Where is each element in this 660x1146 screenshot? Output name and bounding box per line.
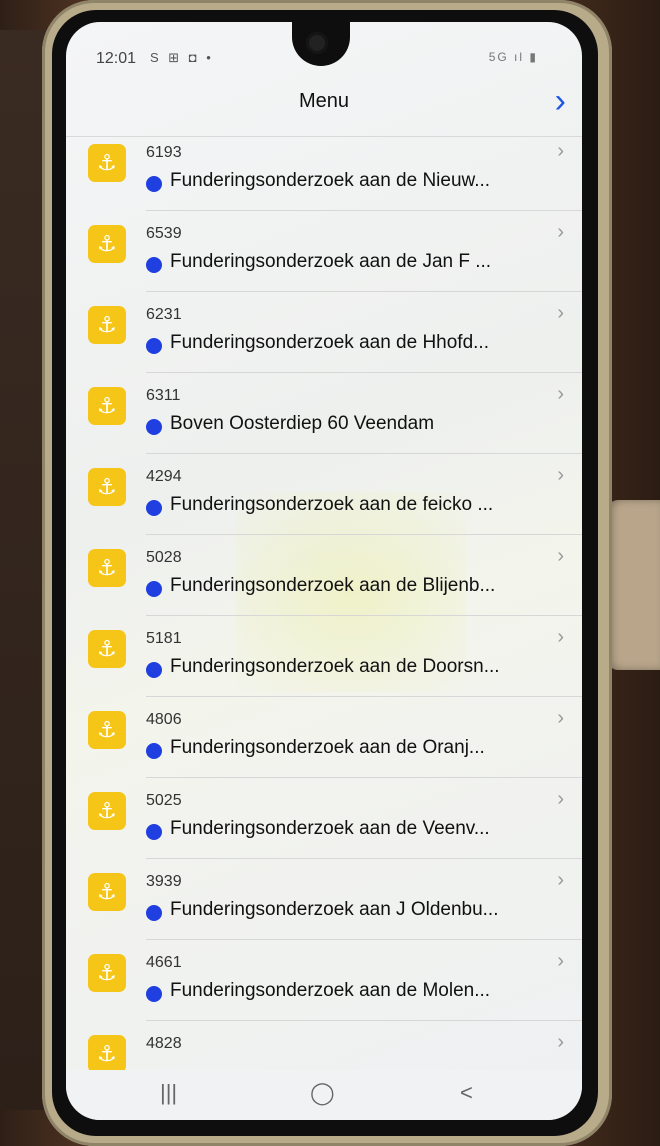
row-divider: [146, 372, 582, 373]
chevron-right-icon: ›: [557, 707, 564, 729]
chevron-right-icon: ›: [557, 221, 564, 243]
project-title: Funderingsonderzoek aan de Nieuw...: [170, 170, 491, 191]
project-number: 5028: [146, 549, 182, 566]
status-dot-icon: [146, 905, 162, 921]
anchor-icon: ⚓: [88, 549, 126, 587]
list-item[interactable]: ⚓ 6231 Funderingsonderzoek aan de Hhofd...…: [66, 300, 582, 382]
anchor-icon: ⚓: [88, 792, 126, 830]
row-divider: [146, 696, 582, 697]
phone-screen: 12:01 S ⊞ ◘ • 5G ıl ▮ Menu › ⚓ 6193 Funder…: [66, 22, 582, 1120]
list-item[interactable]: ⚓ 6193 Funderingsonderzoek aan de Nieuw...…: [66, 138, 582, 220]
anchor-icon: ⚓: [88, 630, 126, 668]
list-item[interactable]: ⚓ 5181 Funderingsonderzoek aan de Doorsn..…: [66, 624, 582, 706]
project-number: 6193: [146, 144, 182, 161]
row-divider: [146, 858, 582, 859]
app-header: Menu ›: [66, 80, 582, 137]
project-title: Funderingsonderzoek aan J Oldenbu...: [170, 899, 499, 920]
notification-icons: S ⊞ ◘ •: [150, 50, 214, 65]
anchor-icon: ⚓: [88, 225, 126, 263]
row-divider: [146, 777, 582, 778]
chevron-right-icon: ›: [557, 302, 564, 324]
anchor-icon: ⚓: [88, 1035, 126, 1073]
row-divider: [146, 1020, 582, 1021]
list-item[interactable]: ⚓ 6539 Funderingsonderzoek aan de Jan F ..…: [66, 219, 582, 301]
chevron-right-icon: ›: [557, 545, 564, 567]
project-number: 3939: [146, 873, 182, 890]
chevron-right-icon: ›: [557, 140, 564, 162]
anchor-icon: ⚓: [88, 468, 126, 506]
row-divider: [146, 210, 582, 211]
project-title: Funderingsonderzoek aan de Veenv...: [170, 818, 490, 839]
system-nav-bar: ||| ◯ <: [66, 1070, 582, 1120]
chevron-right-icon: ›: [557, 950, 564, 972]
chevron-right-icon: ›: [557, 383, 564, 405]
project-title: Funderingsonderzoek aan de Hhofd...: [170, 332, 489, 353]
list-item[interactable]: ⚓ 4806 Funderingsonderzoek aan de Oranj...…: [66, 705, 582, 787]
project-number: 5181: [146, 630, 182, 647]
status-time: 12:01: [96, 50, 137, 67]
status-dot-icon: [146, 824, 162, 840]
chevron-right-icon: ›: [557, 869, 564, 891]
project-title: Funderingsonderzoek aan de Jan F ...: [170, 251, 492, 272]
list-item[interactable]: ⚓ 5025 Funderingsonderzoek aan de Veenv...…: [66, 786, 582, 868]
list-item[interactable]: ⚓ 3939 Funderingsonderzoek aan J Oldenbu..…: [66, 867, 582, 949]
list-item[interactable]: ⚓ 5028 Funderingsonderzoek aan de Blijenb.…: [66, 543, 582, 625]
status-dot-icon: [146, 176, 162, 192]
list-item[interactable]: ⚓ 6311 Boven Oosterdiep 60 Veendam ›: [66, 381, 582, 463]
project-title: Funderingsonderzoek aan de feicko ...: [170, 494, 494, 515]
row-divider: [146, 615, 582, 616]
project-title: Funderingsonderzoek aan de Blijenb...: [170, 575, 496, 596]
case-strap: [608, 500, 660, 670]
chevron-right-icon[interactable]: ›: [555, 82, 566, 121]
page-title: Menu: [298, 90, 350, 112]
project-title: Funderingsonderzoek aan de Molen...: [170, 980, 491, 1001]
anchor-icon: ⚓: [88, 144, 126, 182]
anchor-icon: ⚓: [88, 306, 126, 344]
project-number: 4828: [146, 1035, 182, 1052]
anchor-icon: ⚓: [88, 711, 126, 749]
status-dot-icon: [146, 419, 162, 435]
anchor-icon: ⚓: [88, 954, 126, 992]
chevron-right-icon: ›: [557, 788, 564, 810]
list-item[interactable]: ⚓ 4294 Funderingsonderzoek aan de feicko .…: [66, 462, 582, 544]
project-number: 4294: [146, 468, 182, 485]
project-number: 5025: [146, 792, 182, 809]
project-number: 6539: [146, 225, 182, 242]
project-title: Boven Oosterdiep 60 Veendam: [170, 413, 435, 434]
row-divider: [146, 939, 582, 940]
project-number: 4806: [146, 711, 182, 728]
project-title: Funderingsonderzoek aan de Doorsn...: [170, 656, 500, 677]
row-divider: [146, 453, 582, 454]
project-number: 4661: [146, 954, 182, 971]
back-button[interactable]: <: [460, 1080, 473, 1106]
row-divider: [146, 291, 582, 292]
anchor-icon: ⚓: [88, 387, 126, 425]
project-number: 6231: [146, 306, 182, 323]
status-dot-icon: [146, 662, 162, 678]
chevron-right-icon: ›: [557, 1031, 564, 1053]
status-dot-icon: [146, 257, 162, 273]
status-dot-icon: [146, 986, 162, 1002]
project-title: Funderingsonderzoek aan de Oranj...: [170, 737, 485, 758]
status-dot-icon: [146, 500, 162, 516]
recent-apps-button[interactable]: |||: [160, 1080, 177, 1106]
signal-battery-icons: 5G ıl ▮: [488, 50, 538, 64]
chevron-right-icon: ›: [557, 626, 564, 648]
home-button[interactable]: ◯: [310, 1080, 335, 1106]
row-divider: [146, 534, 582, 535]
project-number: 6311: [146, 387, 181, 404]
anchor-icon: ⚓: [88, 873, 126, 911]
list-item[interactable]: ⚓ 4661 Funderingsonderzoek aan de Molen...…: [66, 948, 582, 1030]
front-camera: [306, 32, 328, 54]
status-dot-icon: [146, 338, 162, 354]
status-dot-icon: [146, 581, 162, 597]
chevron-right-icon: ›: [557, 464, 564, 486]
status-dot-icon: [146, 743, 162, 759]
